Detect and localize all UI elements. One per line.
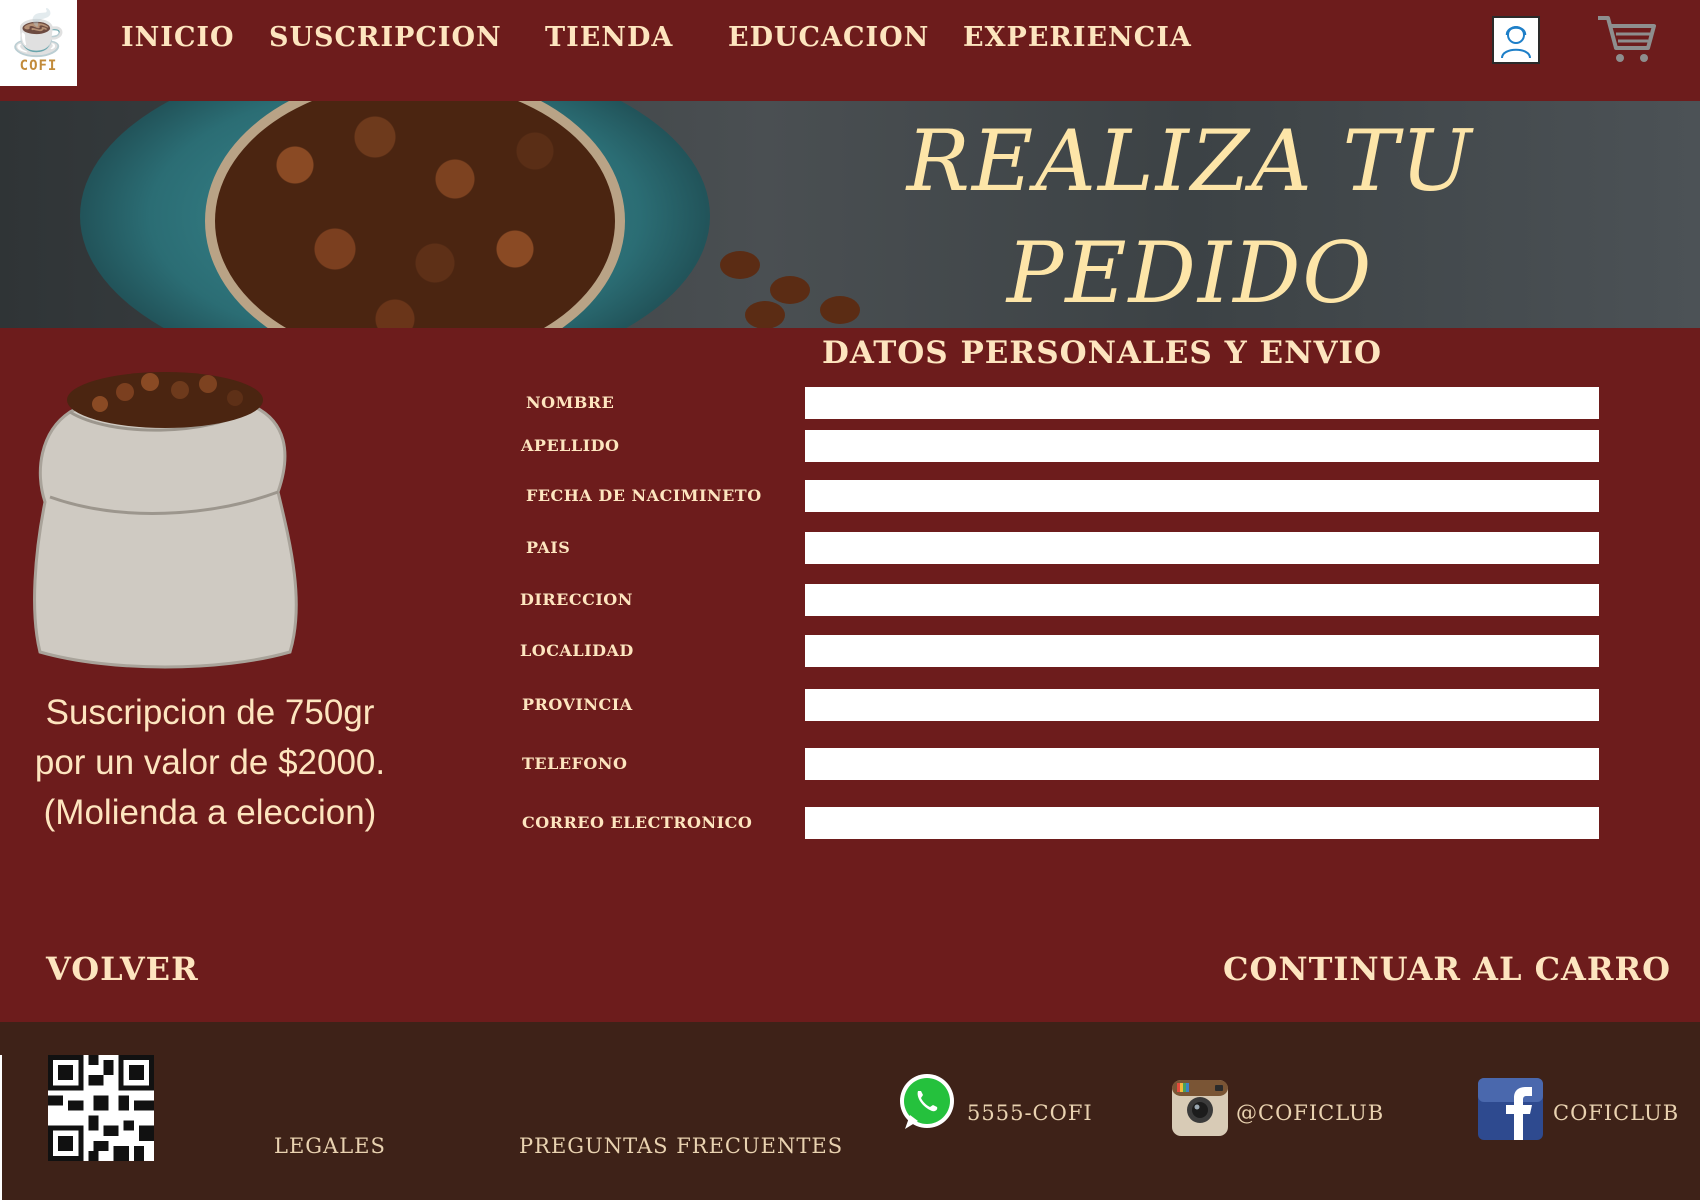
label-pais: PAIS: [526, 538, 571, 557]
user-account-button[interactable]: [1492, 16, 1540, 64]
footer: [0, 1022, 1700, 1200]
label-telefono: TELEFONO: [522, 754, 628, 773]
nav-inicio[interactable]: INICIO: [121, 22, 235, 53]
nav-tienda[interactable]: TIENDA: [545, 22, 673, 53]
label-apellido: APELLIDO: [521, 436, 620, 455]
nombre-input[interactable]: [805, 387, 1599, 419]
instagram-icon[interactable]: [1171, 1079, 1229, 1137]
product-line-1: Suscripcion de 750gr: [45, 693, 375, 732]
localidad-input[interactable]: [805, 635, 1599, 667]
logo-text: COFI: [19, 58, 58, 74]
label-direccion: DIRECCION: [520, 590, 633, 609]
fecha-nacimiento-input[interactable]: [805, 480, 1599, 512]
label-fecha-nacimiento: FECHA DE NACIMINETO: [526, 486, 762, 505]
label-nombre: NOMBRE: [526, 393, 615, 412]
shopping-cart-icon[interactable]: [1596, 14, 1658, 66]
coffee-bean: [820, 296, 860, 324]
coffee-bean: [770, 276, 810, 304]
pais-input[interactable]: [805, 532, 1599, 564]
banner-title: REALIZA TU PEDIDO: [900, 105, 1480, 328]
coffee-bean: [720, 251, 760, 279]
provincia-input[interactable]: [805, 689, 1599, 721]
preguntas-frecuentes-link[interactable]: PREGUNTAS FRECUENTES: [519, 1134, 843, 1158]
label-localidad: LOCALIDAD: [520, 641, 634, 660]
direccion-input[interactable]: [805, 584, 1599, 616]
cofi-logo[interactable]: ☕ COFI: [0, 0, 77, 86]
nav-educacion[interactable]: EDUCACION: [728, 22, 929, 53]
facebook-icon[interactable]: [1478, 1078, 1543, 1140]
volver-button[interactable]: VOLVER: [46, 950, 199, 988]
hero-banner: REALIZA TU PEDIDO: [0, 101, 1700, 328]
instagram-handle: @COFICLUB: [1236, 1101, 1385, 1125]
coffee-beans-image: [205, 101, 625, 328]
footer-edge: [0, 1055, 2, 1200]
facebook-handle: COFICLUB: [1553, 1101, 1680, 1125]
apellido-input[interactable]: [805, 430, 1599, 462]
nav-experiencia[interactable]: EXPERIENCIA: [963, 22, 1192, 53]
coffee-bean: [745, 301, 785, 328]
banner-title-line2: PEDIDO: [1006, 224, 1374, 322]
banner-title-line1: REALIZA TU: [906, 112, 1474, 210]
label-provincia: PROVINCIA: [522, 695, 633, 714]
qr-code-icon: [48, 1055, 154, 1161]
telefono-input[interactable]: [805, 748, 1599, 780]
continuar-carro-button[interactable]: CONTINUAR AL CARRO: [1223, 950, 1671, 988]
legales-link[interactable]: LEGALES: [274, 1134, 386, 1158]
user-account-icon: [1501, 26, 1531, 59]
product-line-2: por un valor de $2000.: [34, 743, 386, 782]
coffee-sack-image: [33, 372, 298, 669]
form-title: DATOS PERSONALES Y ENVIO: [822, 335, 1383, 371]
correo-input[interactable]: [805, 807, 1599, 839]
whatsapp-icon[interactable]: [896, 1073, 956, 1133]
coffee-cup-icon: ☕: [11, 8, 66, 59]
label-correo: CORREO ELECTRONICO: [522, 813, 753, 832]
nav-suscripcion[interactable]: SUSCRIPCION: [269, 22, 502, 53]
product-description: Suscripcion de 750gr por un valor de $20…: [20, 688, 400, 838]
whatsapp-number: 5555-COFI: [967, 1101, 1093, 1125]
product-line-3: (Molienda a eleccion): [43, 793, 377, 832]
